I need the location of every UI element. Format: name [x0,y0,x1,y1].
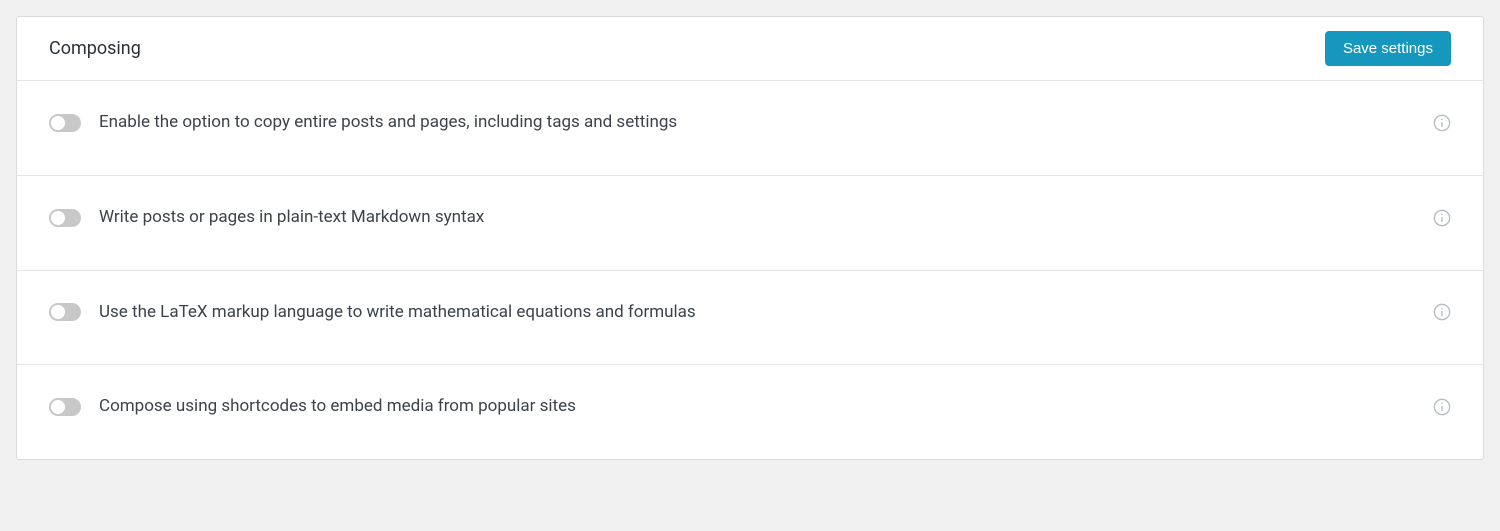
toggle-markdown[interactable] [49,209,81,227]
toggle-latex[interactable] [49,303,81,321]
setting-row-markdown: Write posts or pages in plain-text Markd… [17,176,1483,271]
save-settings-button[interactable]: Save settings [1325,31,1451,66]
toggle-shortcodes[interactable] [49,398,81,416]
info-icon[interactable] [1433,398,1451,416]
toggle-copy-posts[interactable] [49,114,81,132]
setting-row-copy-posts: Enable the option to copy entire posts a… [17,81,1483,176]
setting-label: Write posts or pages in plain-text Markd… [99,206,1415,230]
card-header: Composing Save settings [17,17,1483,81]
info-icon[interactable] [1433,114,1451,132]
info-icon[interactable] [1433,209,1451,227]
setting-row-latex: Use the LaTeX markup language to write m… [17,271,1483,366]
info-icon[interactable] [1433,303,1451,321]
composing-settings-card: Composing Save settings Enable the optio… [16,16,1484,460]
setting-label: Use the LaTeX markup language to write m… [99,301,1415,325]
setting-row-shortcodes: Compose using shortcodes to embed media … [17,365,1483,459]
setting-label: Enable the option to copy entire posts a… [99,111,1415,135]
card-title: Composing [49,38,141,59]
setting-label: Compose using shortcodes to embed media … [99,395,1415,419]
